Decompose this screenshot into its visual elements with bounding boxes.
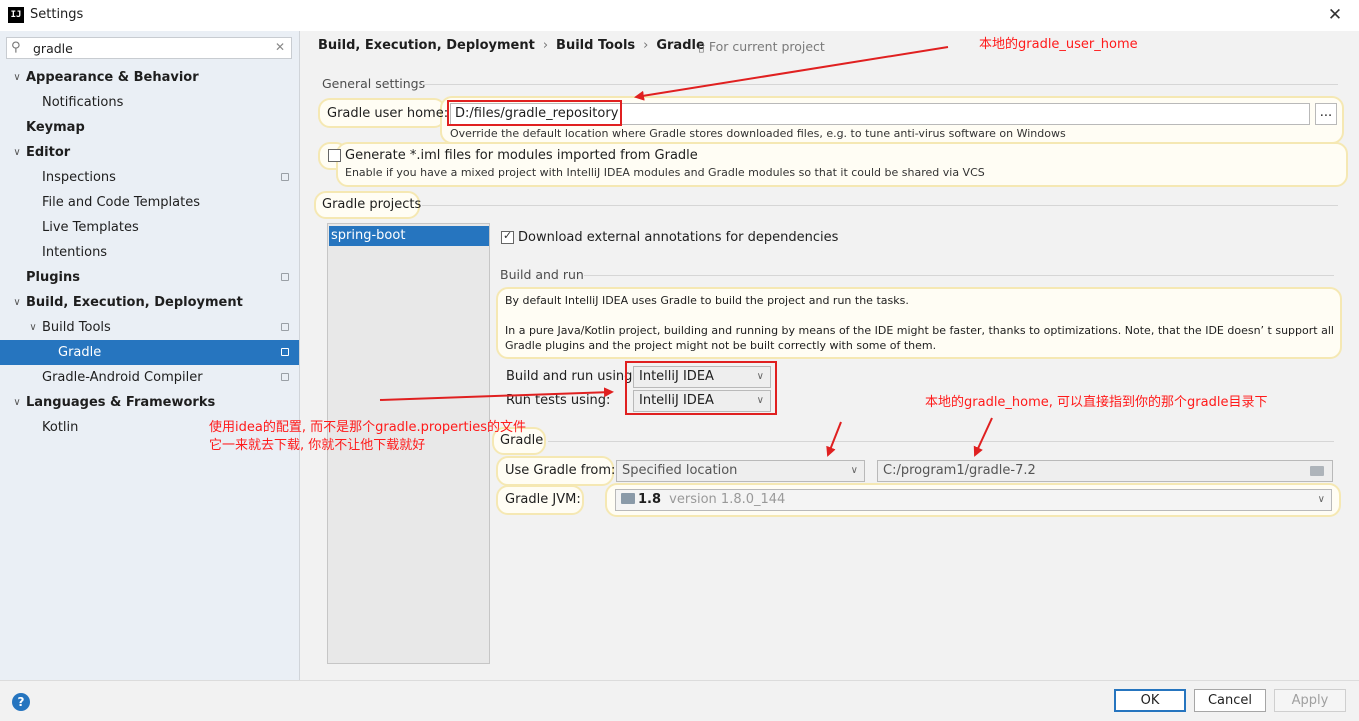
breadcrumb-item[interactable]: Build, Execution, Deployment [318,38,535,53]
generate-iml-hint: Enable if you have a mixed project with … [345,166,985,179]
annotation-text: 它一来就去下载, 你就不让他下载就好 [209,438,426,453]
copy-icon [281,323,289,331]
gradle-jvm-dropdown[interactable]: 1.8 version 1.8.0_144 ∨ [615,489,1332,511]
sidebar-item-gradle[interactable]: Gradle [0,340,299,365]
chevron-down-icon: ∨ [756,395,764,406]
window-title: Settings [30,7,84,22]
sidebar-item-build-execution-deployment[interactable]: ∨ Build, Execution, Deployment [0,290,299,315]
sidebar-item-inspections[interactable]: Inspections [0,165,299,190]
build-run-heading: Build and run [500,267,584,282]
gradle-heading: Gradle [500,433,544,448]
intellij-app-icon: IJ [8,7,24,23]
help-icon[interactable]: ? [12,693,30,711]
annotation-text: 本地的gradle_home, 可以直接指到你的那个gradle目录下 [925,395,1268,410]
project-scope-icon: ▯ [698,39,705,54]
chevron-down-icon: ∨ [850,465,858,476]
scope-label: ▯ For current project [698,39,825,54]
arrow-to-use-gradle-from [826,421,842,457]
close-icon[interactable]: ✕ [1318,2,1352,28]
sidebar-item-notifications[interactable]: Notifications [0,90,299,115]
sidebar-item-live-templates[interactable]: Live Templates [0,215,299,240]
chevron-down-icon[interactable]: ∨ [11,65,23,90]
sidebar-item-plugins[interactable]: Plugins [0,265,299,290]
build-run-info: By default IntelliJ IDEA uses Gradle to … [505,294,909,307]
list-item[interactable]: spring-boot [329,226,489,246]
gradle-user-home-field[interactable]: D:/files/gradle_repository [450,103,1310,125]
chevron-down-icon[interactable]: ∨ [27,315,39,340]
gradle-projects-heading: Gradle projects [322,197,422,212]
generate-iml-label: Generate *.iml files for modules importe… [345,148,698,163]
general-settings-heading: General settings [322,76,426,91]
clear-icon[interactable]: ✕ [275,40,285,54]
build-using-dropdown[interactable]: IntelliJ IDEA ∨ [633,366,771,388]
separator [548,441,1334,442]
separator [422,84,1338,85]
build-using-label: Build and run using: [506,369,637,384]
chevron-down-icon[interactable]: ∨ [11,290,23,315]
run-tests-using-dropdown[interactable]: IntelliJ IDEA ∨ [633,390,771,412]
gradle-user-home-label: Gradle user home: [327,106,449,121]
build-run-info: Gradle plugins and the project might not… [505,339,937,352]
copy-icon [281,273,289,281]
breadcrumb-item[interactable]: Build Tools [556,38,635,53]
copy-icon [281,348,289,356]
run-tests-using-label: Run tests using: [506,393,611,408]
download-annotations-label: Download external annotations for depend… [518,230,839,245]
folder-icon[interactable] [1310,466,1324,476]
annotation-text: 本地的gradle_user_home [979,37,1138,52]
use-gradle-from-dropdown[interactable]: Specified location ∨ [616,460,865,482]
search-icon: ⚲ [11,40,21,55]
copy-icon [281,373,289,381]
copy-icon [281,173,289,181]
sidebar-item-file-code-templates[interactable]: File and Code Templates [0,190,299,215]
title-bar: IJ Settings ✕ [0,0,1359,31]
separator [584,275,1334,276]
jdk-icon [621,493,635,504]
gradle-jvm-label: Gradle JVM: [505,492,581,507]
breadcrumb-separator: › [542,38,549,53]
search-input[interactable] [33,40,263,56]
sidebar-item-appearance-behavior[interactable]: ∨ Appearance & Behavior [0,65,299,90]
breadcrumb-separator: › [643,38,649,53]
use-gradle-from-label: Use Gradle from: [505,463,616,478]
sidebar-item-languages-frameworks[interactable]: ∨ Languages & Frameworks [0,390,299,415]
breadcrumb: Build, Execution, Deployment › Build Tools… [318,38,705,53]
gradle-user-home-hint: Override the default location where Grad… [450,127,1066,140]
sidebar-item-gradle-android-compiler[interactable]: Gradle-Android Compiler [0,365,299,390]
arrow-to-gradle-home [973,417,993,457]
chevron-down-icon: ∨ [756,371,764,382]
sidebar-item-intentions[interactable]: Intentions [0,240,299,265]
chevron-down-icon: ∨ [1317,494,1325,505]
download-annotations-checkbox[interactable] [501,229,514,244]
sidebar-item-keymap[interactable]: Keymap [0,115,299,140]
separator [422,205,1338,206]
annotation-text: 使用idea的配置, 而不是那个gradle.properties的文件 [209,420,526,435]
chevron-down-icon[interactable]: ∨ [11,140,23,165]
ok-button[interactable]: OK [1114,689,1186,712]
chevron-down-icon[interactable]: ∨ [11,390,23,415]
arrow-to-user-home [634,46,949,101]
sidebar-item-build-tools[interactable]: ∨ Build Tools [0,315,299,340]
build-run-info: In a pure Java/Kotlin project, building … [505,324,1334,337]
browse-button[interactable]: ... [1315,103,1337,125]
gradle-home-field[interactable]: C:/program1/gradle-7.2 [877,460,1333,482]
apply-button[interactable]: Apply [1274,689,1346,712]
sidebar-item-editor[interactable]: ∨ Editor [0,140,299,165]
generate-iml-checkbox[interactable] [328,149,341,162]
settings-search[interactable]: ⚲ ✕ [6,37,292,59]
cancel-button[interactable]: Cancel [1194,689,1266,712]
